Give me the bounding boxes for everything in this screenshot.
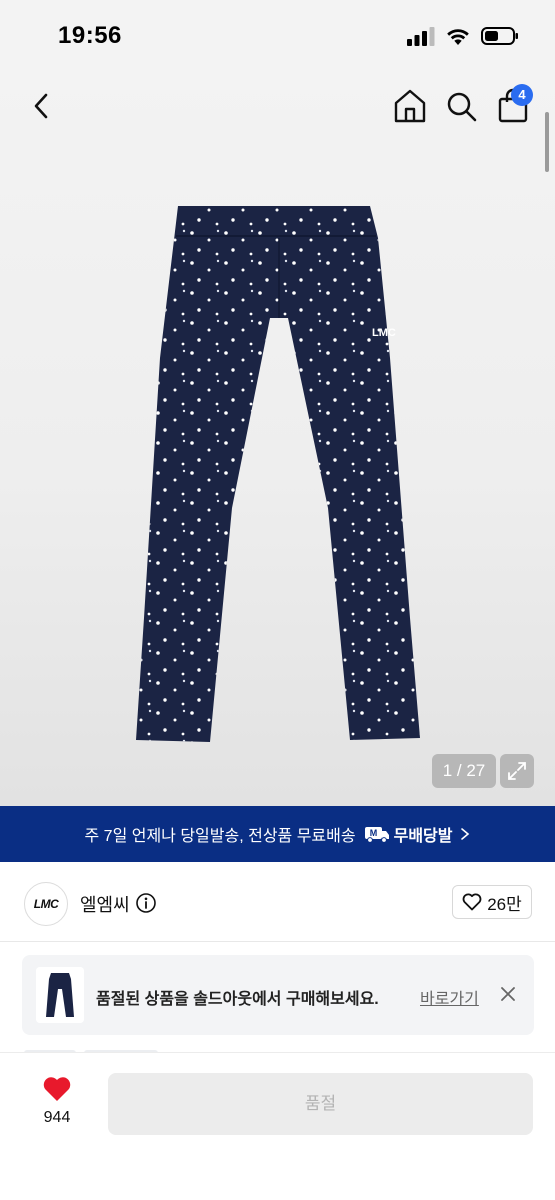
home-icon bbox=[394, 89, 426, 123]
soldout-button[interactable]: 품절 bbox=[108, 1073, 533, 1135]
free-delivery-badge: M 무배당발 bbox=[364, 822, 453, 846]
status-icons bbox=[407, 24, 519, 48]
close-icon[interactable] bbox=[498, 984, 518, 1004]
brand-row: LMC 엘엠씨 26만 bbox=[0, 862, 555, 942]
expand-image-button[interactable] bbox=[500, 754, 534, 788]
heart-outline-icon bbox=[462, 893, 482, 911]
brand-like-button[interactable]: 26만 bbox=[452, 885, 532, 919]
back-button[interactable] bbox=[26, 88, 56, 124]
image-counter: 1 / 27 bbox=[432, 754, 496, 788]
search-icon bbox=[447, 92, 477, 122]
delivery-badge-mark: M bbox=[369, 828, 377, 838]
brand-logo[interactable]: LMC bbox=[24, 882, 68, 926]
product-image-gallery[interactable]: 4 LMC 1 / 27 bbox=[0, 72, 555, 806]
brand-name[interactable]: 엘엠씨 bbox=[80, 891, 130, 917]
soldout-notice: 품절된 상품을 솔드아웃에서 구매해보세요. 바로가기 bbox=[22, 955, 534, 1035]
delivery-banner[interactable]: 주 7일 언제나 당일발송, 전상품 무료배송 M 무배당발 bbox=[0, 806, 555, 862]
scrollbar[interactable] bbox=[545, 112, 549, 172]
bottom-action-bar: 944 품절 bbox=[0, 1052, 555, 1200]
cart-count-badge: 4 bbox=[511, 84, 533, 106]
chevron-right-icon bbox=[461, 828, 470, 840]
wifi-icon bbox=[447, 29, 469, 45]
expand-icon bbox=[508, 762, 526, 780]
brand-like-count: 26만 bbox=[487, 894, 522, 914]
free-delivery-label: 무배당발 bbox=[393, 828, 453, 845]
info-icon[interactable] bbox=[135, 892, 157, 914]
delivery-truck-icon: M bbox=[364, 827, 389, 843]
notice-thumbnail bbox=[36, 967, 84, 1023]
heart-filled-icon[interactable] bbox=[42, 1075, 72, 1103]
status-time: 19:56 bbox=[58, 22, 122, 49]
notice-text: 품절된 상품을 솔드아웃에서 구매해보세요. bbox=[96, 991, 379, 1008]
notice-go-link[interactable]: 바로가기 bbox=[420, 985, 479, 1009]
chevron-left-icon bbox=[34, 93, 48, 119]
garment-logo: LMC bbox=[372, 327, 396, 339]
signal-icon bbox=[407, 27, 435, 46]
battery-icon bbox=[481, 27, 518, 45]
search-button[interactable] bbox=[444, 88, 478, 124]
product-image-pants: LMC bbox=[136, 206, 420, 742]
banner-text: 주 7일 언제나 당일발송, 전상품 무료배송 bbox=[84, 828, 356, 845]
status-bar: 19:56 bbox=[0, 0, 555, 72]
home-button[interactable] bbox=[393, 88, 427, 124]
favorite-count: 944 bbox=[43, 1109, 71, 1126]
